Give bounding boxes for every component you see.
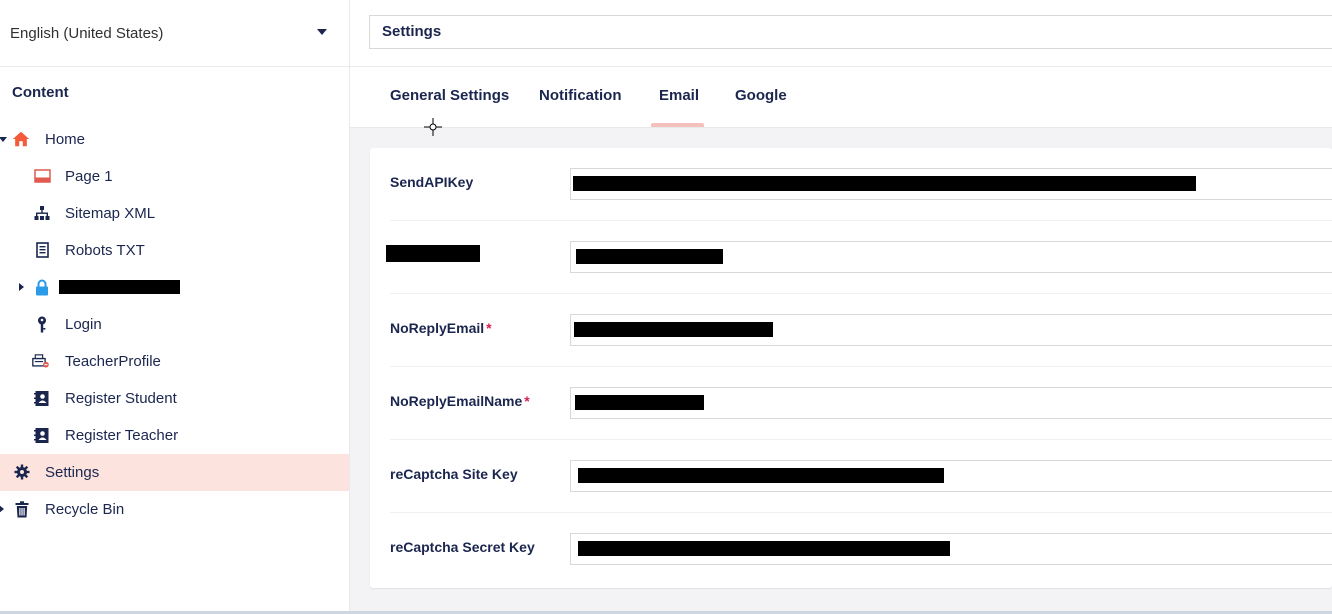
header: Settings [350, 0, 1332, 67]
sidebar: English (United States) Content Home Pag… [0, 0, 350, 614]
tree-item-sitemap-xml[interactable]: Sitemap XML [0, 195, 349, 232]
property-noreplyemail: NoReplyEmail * [390, 294, 1332, 367]
active-tab-indicator [651, 123, 704, 127]
redacted-value [578, 541, 950, 556]
noreplyemail-field[interactable] [570, 314, 1332, 346]
tree-item-label: Home [45, 131, 86, 148]
tree-item-login[interactable]: Login [0, 306, 349, 343]
content-tree: Home Page 1 Sitemap XML Robots TXT Login… [0, 121, 349, 528]
tree-item-teacherprofile[interactable]: TeacherProfile [0, 343, 349, 380]
property-label: SendAPIKey [390, 174, 474, 190]
property-recaptcha-secret-key: reCaptcha Secret Key [390, 513, 1332, 586]
tree-item-protected[interactable] [0, 269, 349, 306]
tree-item-label: Recycle Bin [45, 501, 125, 518]
tree-item-label: TeacherProfile [65, 353, 161, 370]
property-label: reCaptcha Site Key [390, 466, 518, 482]
chevron-down-icon[interactable] [317, 29, 327, 35]
sendapikey-field[interactable] [570, 168, 1332, 200]
crosshair-cursor-icon [424, 118, 442, 136]
tree-item-label: Register Student [65, 390, 177, 407]
tree-item-page-1[interactable]: Page 1 [0, 158, 349, 195]
tab-google[interactable]: Google [735, 87, 787, 104]
property-label: NoReplyEmailName [390, 393, 523, 409]
tab-general-settings[interactable]: General Settings [390, 87, 509, 104]
home-icon [12, 130, 30, 148]
page-icon [33, 167, 51, 185]
redacted-value [575, 395, 704, 410]
tree-item-recycle-bin[interactable]: Recycle Bin [0, 491, 349, 528]
tree-item-robots-txt[interactable]: Robots TXT [0, 232, 349, 269]
document-icon [33, 241, 51, 259]
gear-icon [13, 463, 31, 481]
property-sendapikey: SendAPIKey [390, 148, 1332, 221]
property-redacted [386, 221, 1332, 294]
contact-book-icon [33, 426, 51, 444]
properties-panel: SendAPIKey NoReplyEmail * NoReplyEmailNam… [370, 148, 1332, 588]
language-label: English (United States) [10, 24, 164, 42]
required-marker: * [486, 320, 492, 336]
property-label-wrap: NoReplyEmailName * [390, 393, 530, 409]
tree-item-label: Settings [45, 464, 100, 481]
profile-icon [32, 352, 50, 370]
section-title[interactable]: Content [12, 84, 69, 101]
redacted-value [576, 249, 723, 264]
caret-right-icon[interactable] [0, 505, 4, 513]
property-label: NoReplyEmail [390, 320, 485, 336]
tree-item-label: Sitemap XML [65, 205, 156, 222]
property-label-wrap: NoReplyEmail * [390, 320, 492, 336]
tree-item-label: Register Teacher [65, 427, 179, 444]
redacted-label [386, 245, 480, 262]
recaptcha-site-key-field[interactable] [570, 460, 1332, 492]
property-label: reCaptcha Secret Key [390, 539, 535, 555]
key-icon [33, 315, 51, 333]
tree-item-label: Robots TXT [65, 242, 145, 259]
language-selector[interactable]: English (United States) [0, 0, 349, 67]
noreplyemailname-field[interactable] [570, 387, 1332, 419]
contact-book-icon [33, 389, 51, 407]
main-content: Settings General Settings Notification E… [350, 0, 1332, 614]
recaptcha-secret-key-field[interactable] [570, 533, 1332, 565]
redacted-value [574, 322, 773, 337]
property-recaptcha-site-key: reCaptcha Site Key [390, 440, 1332, 513]
lock-icon [33, 278, 51, 296]
tree-item-label: Login [65, 316, 102, 333]
caret-down-icon[interactable] [0, 137, 7, 142]
tab-email[interactable]: Email [659, 87, 699, 104]
property-noreplyemailname: NoReplyEmailName * [390, 367, 1332, 440]
tree-item-home[interactable]: Home [0, 121, 349, 158]
trash-icon [13, 500, 31, 518]
tree-item-register-teacher[interactable]: Register Teacher [0, 417, 349, 454]
tab-bar: General Settings Notification Email Goog… [350, 67, 1332, 128]
page-title-input[interactable]: Settings [369, 15, 1332, 49]
tree-item-settings[interactable]: Settings [0, 454, 349, 491]
tree-item-label: Page 1 [65, 168, 113, 185]
redacted-label [59, 280, 180, 294]
redacted-field[interactable] [570, 241, 1332, 273]
redacted-value [578, 468, 944, 483]
redacted-value [573, 176, 1196, 191]
caret-right-icon[interactable] [19, 283, 24, 291]
sitemap-icon [33, 204, 51, 222]
tab-notification[interactable]: Notification [539, 87, 622, 104]
tree-item-register-student[interactable]: Register Student [0, 380, 349, 417]
required-marker: * [524, 393, 530, 409]
